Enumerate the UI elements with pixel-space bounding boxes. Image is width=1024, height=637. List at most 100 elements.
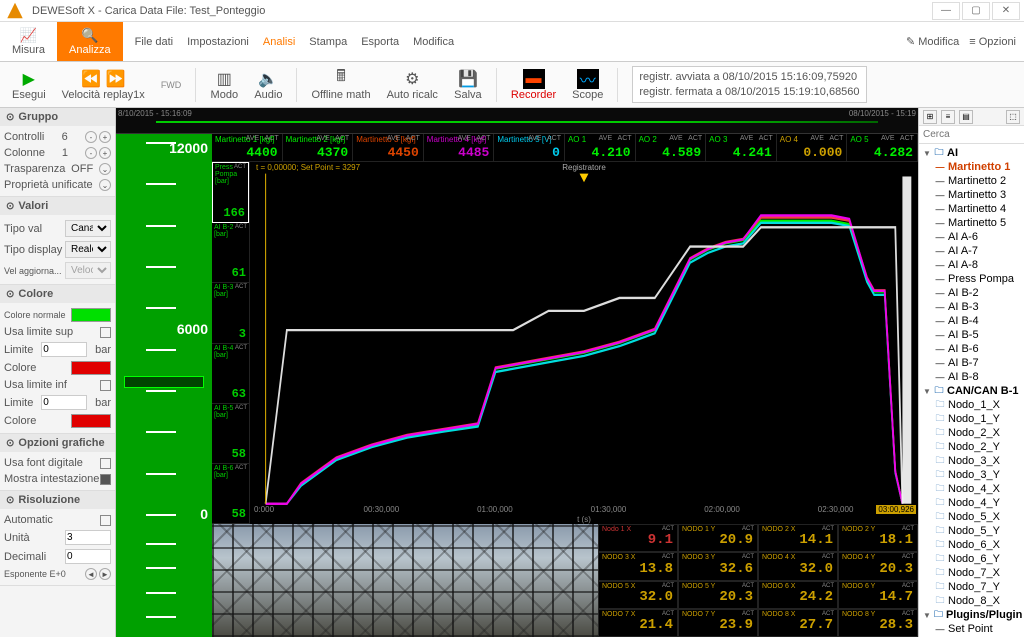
- replay-speed-button[interactable]: ⏪ ⏩Velocità replay1x: [56, 67, 151, 103]
- section-opzioni-header[interactable]: Opzioni grafiche: [0, 434, 115, 452]
- proprieta-toggle[interactable]: ⌄: [99, 179, 111, 191]
- tree-item[interactable]: —AI B-5: [921, 328, 1022, 342]
- controlli-plus[interactable]: +: [99, 131, 111, 143]
- automatic-checkbox[interactable]: [100, 515, 111, 526]
- readout-cell[interactable]: Press Pompa [bar]ACT166: [212, 162, 249, 223]
- exp-right[interactable]: ►: [99, 568, 111, 580]
- meter-cell[interactable]: AO 2AVE ACT4.589: [636, 134, 707, 161]
- tree-item[interactable]: —AI B-2: [921, 286, 1022, 300]
- meter-cell[interactable]: Martinetto 3 [kgf]AVE ACT4450: [353, 134, 424, 161]
- tree-tool-4[interactable]: ⬚: [1006, 110, 1020, 124]
- tipo-display-select[interactable]: Reale: [65, 241, 111, 258]
- node-cell[interactable]: NODO 8 YACT28.3: [838, 609, 918, 637]
- controlli-minus[interactable]: -: [85, 131, 97, 143]
- tree-item[interactable]: —AI A-8: [921, 258, 1022, 272]
- tree-item[interactable]: —Martinetto 4: [921, 202, 1022, 216]
- tipo-val-select[interactable]: Canale: [65, 220, 111, 237]
- node-cell[interactable]: NODO 8 XACT27.7: [758, 609, 838, 637]
- tree-item[interactable]: 🗀Nodo_7_Y: [921, 580, 1022, 594]
- limite-inf-input[interactable]: [41, 395, 87, 410]
- node-cell[interactable]: NODO 4 YACT20.3: [838, 552, 918, 580]
- decimali-input[interactable]: [65, 549, 111, 564]
- channel-tree[interactable]: ▼🗀AI—Martinetto 1—Martinetto 2—Martinett…: [919, 144, 1024, 637]
- node-cell[interactable]: NODO 7 YACT23.9: [678, 609, 758, 637]
- color-swatch-sup[interactable]: [71, 361, 111, 375]
- tree-item[interactable]: 🗀Nodo_6_X: [921, 538, 1022, 552]
- fwd-button[interactable]: FWD: [155, 73, 188, 97]
- vel-aggiorna-select[interactable]: Veloce (0,1 s: [65, 262, 111, 279]
- menu-esporta[interactable]: Esporta: [361, 36, 399, 48]
- menu-modifica[interactable]: Modifica: [413, 36, 454, 48]
- tree-item[interactable]: —AI A-6: [921, 230, 1022, 244]
- tree-item[interactable]: 🗀Nodo_1_X: [921, 398, 1022, 412]
- colonne-minus[interactable]: -: [85, 147, 97, 159]
- tree-item[interactable]: —AI B-7: [921, 356, 1022, 370]
- audio-button[interactable]: 🔈Audio: [248, 67, 288, 103]
- tree-item[interactable]: 🗀Nodo_2_Y: [921, 440, 1022, 454]
- tree-item[interactable]: 🗀Nodo_5_X: [921, 510, 1022, 524]
- readout-cell[interactable]: AI B-4 [bar]ACT63: [212, 344, 249, 404]
- node-cell[interactable]: NODO 4 XACT32.0: [758, 552, 838, 580]
- minimize-button[interactable]: —: [932, 2, 960, 20]
- node-cell[interactable]: NODO 2 XACT14.1: [758, 524, 838, 552]
- tree-item[interactable]: 🗀Nodo_1_Y: [921, 412, 1022, 426]
- tree-tool-3[interactable]: ▤: [959, 110, 973, 124]
- recorder-chart[interactable]: t = 0,00000; Set Point = 3297 Registrato…: [250, 162, 918, 524]
- meter-cell[interactable]: AO 1AVE ACT4.210: [565, 134, 636, 161]
- trasparenza-toggle[interactable]: ⌄: [99, 163, 111, 175]
- tree-item[interactable]: —Martinetto 5: [921, 216, 1022, 230]
- font-digitale-checkbox[interactable]: [100, 458, 111, 469]
- tree-item[interactable]: 🗀Nodo_8_X: [921, 594, 1022, 608]
- node-cell[interactable]: NODO 7 XACT21.4: [598, 609, 678, 637]
- menu-analisi[interactable]: Analisi: [263, 36, 295, 48]
- meter-cell[interactable]: Martinetto 5 [V]AVE ACT0: [494, 134, 565, 161]
- tree-item[interactable]: —Press Pompa: [921, 272, 1022, 286]
- tree-item[interactable]: 🗀Nodo_6_Y: [921, 552, 1022, 566]
- tree-item[interactable]: 🗀Nodo_4_X: [921, 482, 1022, 496]
- modo-button[interactable]: ▥Modo: [204, 67, 244, 103]
- scope-button[interactable]: 〰Scope: [566, 67, 609, 103]
- maximize-button[interactable]: ▢: [962, 2, 990, 20]
- tree-item[interactable]: —AI A-7: [921, 244, 1022, 258]
- limite-sup-checkbox[interactable]: [100, 327, 111, 338]
- tree-item[interactable]: —Martinetto 2: [921, 174, 1022, 188]
- menu-opzioni[interactable]: ≡ Opzioni: [969, 36, 1016, 48]
- tab-misura[interactable]: 📈 Misura: [0, 22, 57, 61]
- node-cell[interactable]: Nodo 1 XACT9.1: [598, 524, 678, 552]
- node-cell[interactable]: NODO 6 YACT14.7: [838, 581, 918, 609]
- tree-item[interactable]: 🗀Nodo_3_X: [921, 454, 1022, 468]
- menu-modifica-right[interactable]: ✎ Modifica: [906, 35, 959, 48]
- meter-cell[interactable]: Martinetto 2 [kgf]AVE ACT4370: [283, 134, 354, 161]
- tree-item[interactable]: 🗀Nodo_5_Y: [921, 524, 1022, 538]
- tree-item[interactable]: 🗀Nodo_7_X: [921, 566, 1022, 580]
- color-swatch-inf[interactable]: [71, 414, 111, 428]
- readout-cell[interactable]: AI B-5 [bar]ACT58: [212, 404, 249, 464]
- readout-cell[interactable]: AI B-6 [bar]ACT58: [212, 464, 249, 524]
- tree-item[interactable]: —Martinetto 3: [921, 188, 1022, 202]
- play-button[interactable]: ▶Esegui: [6, 67, 52, 103]
- meter-cell[interactable]: Martinetto 4 [kgf]AVE ACT4485: [424, 134, 495, 161]
- node-cell[interactable]: NODO 5 XACT32.0: [598, 581, 678, 609]
- readout-cell[interactable]: AI B-2 [bar]ACT61: [212, 223, 249, 283]
- close-button[interactable]: ✕: [992, 2, 1020, 20]
- node-cell[interactable]: NODO 6 XACT24.2: [758, 581, 838, 609]
- node-cell[interactable]: NODO 1 YACT20.9: [678, 524, 758, 552]
- tree-item[interactable]: —AI B-3: [921, 300, 1022, 314]
- color-swatch-normal[interactable]: [71, 308, 111, 322]
- tab-analizza[interactable]: 🔍 Analizza: [57, 22, 123, 61]
- tree-item[interactable]: —Martinetto 1: [921, 160, 1022, 174]
- tree-item[interactable]: 🗀Nodo_3_Y: [921, 468, 1022, 482]
- section-valori-header[interactable]: Valori: [0, 197, 115, 215]
- menu-file-dati[interactable]: File dati: [135, 36, 174, 48]
- tree-tool-1[interactable]: ⊞: [923, 110, 937, 124]
- limite-inf-checkbox[interactable]: [100, 380, 111, 391]
- tree-item[interactable]: ▼🗀Plugins/Plugin: [921, 608, 1022, 622]
- tree-item[interactable]: 🗀Nodo_2_X: [921, 426, 1022, 440]
- unita-input[interactable]: [65, 530, 111, 545]
- intestazione-checkbox[interactable]: [100, 474, 111, 485]
- tree-item[interactable]: —AI B-4: [921, 314, 1022, 328]
- tree-tool-2[interactable]: ≡: [941, 110, 955, 124]
- node-cell[interactable]: NODO 2 YACT18.1: [838, 524, 918, 552]
- tree-item[interactable]: 🗀Nodo_4_Y: [921, 496, 1022, 510]
- colonne-plus[interactable]: +: [99, 147, 111, 159]
